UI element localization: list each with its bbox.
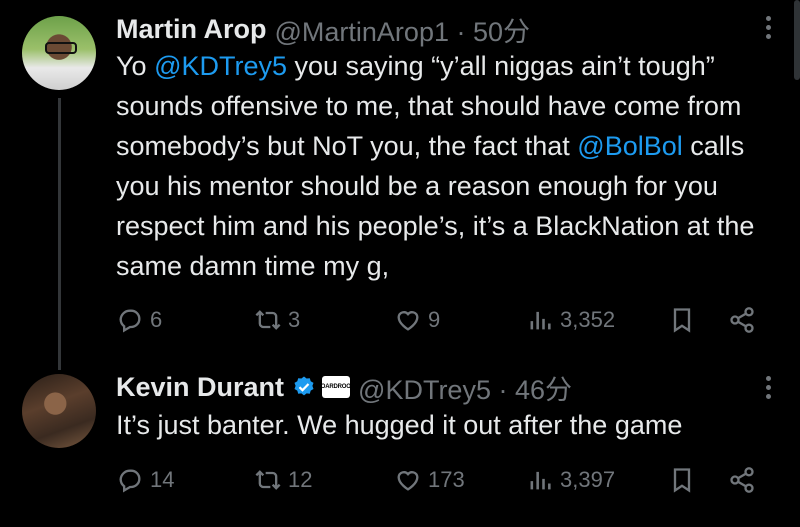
tweet-header: Martin Arop @MartinArop1 · 50分 xyxy=(116,11,530,47)
reply-count: 6 xyxy=(150,307,163,332)
author-handle[interactable]: @MartinArop1 · 50分 xyxy=(275,10,531,49)
share-button[interactable] xyxy=(728,303,756,337)
repost-button[interactable]: 12 xyxy=(254,463,312,497)
reply-icon xyxy=(119,469,141,493)
org-badge[interactable]: BOARDROOM xyxy=(317,376,356,398)
mention-link[interactable]: @BolBol xyxy=(577,131,682,161)
more-icon[interactable] xyxy=(766,16,772,42)
author-name[interactable]: Martin Arop xyxy=(116,14,267,45)
reply-icon xyxy=(119,309,141,333)
like-count: 173 xyxy=(428,467,465,492)
reply-button[interactable]: 14 xyxy=(116,463,174,497)
views-icon xyxy=(530,311,551,330)
like-count: 9 xyxy=(428,307,441,332)
tweet-actions: 14 12 173 3,397 xyxy=(116,463,766,497)
share-button[interactable] xyxy=(728,463,756,497)
repost-icon xyxy=(255,470,281,490)
repost-icon xyxy=(255,310,281,330)
views-icon xyxy=(530,471,551,490)
timestamp[interactable]: 46分 xyxy=(515,375,572,405)
views-button[interactable]: 3,397 xyxy=(526,463,615,497)
repost-button[interactable]: 3 xyxy=(254,303,300,337)
author-handle[interactable]: @KDTrey5 · 46分 xyxy=(358,368,572,407)
avatar[interactable] xyxy=(22,374,96,448)
repost-count: 12 xyxy=(288,467,313,492)
share-icon xyxy=(730,467,754,493)
avatar[interactable] xyxy=(22,16,96,90)
like-icon xyxy=(397,471,419,491)
tweet-actions: 6 3 9 3,352 xyxy=(116,303,766,337)
tweet-text: Yo @KDTrey5 you saying “y’all niggas ain… xyxy=(116,51,755,281)
share-icon xyxy=(730,307,754,333)
tweet-martin-arop[interactable]: Martin Arop @MartinArop1 · 50分 Yo @KDTre… xyxy=(0,0,800,370)
like-button[interactable]: 9 xyxy=(394,303,440,337)
mention-link[interactable]: @KDTrey5 xyxy=(154,51,287,81)
reply-count: 14 xyxy=(150,467,175,492)
views-button[interactable]: 3,352 xyxy=(526,303,615,337)
reply-button[interactable]: 6 xyxy=(116,303,162,337)
bookmark-button[interactable] xyxy=(668,303,696,337)
repost-count: 3 xyxy=(288,307,301,332)
views-count: 3,352 xyxy=(560,307,616,332)
like-button[interactable]: 173 xyxy=(394,463,465,497)
author-name[interactable]: Kevin Durant xyxy=(116,372,284,403)
verified-icon xyxy=(294,376,314,396)
bookmark-icon xyxy=(673,308,691,333)
bookmark-icon xyxy=(673,468,691,493)
tweet-header: Kevin Durant BOARDROOM @KDTrey5 · 46分 xyxy=(116,369,572,405)
bookmark-button[interactable] xyxy=(668,463,696,497)
thread-line xyxy=(58,98,61,370)
like-icon xyxy=(397,311,419,331)
more-icon[interactable] xyxy=(766,376,772,402)
timestamp[interactable]: 50分 xyxy=(473,17,530,47)
views-count: 3,397 xyxy=(560,467,616,492)
tweet-text: It’s just banter. We hugged it out after… xyxy=(116,410,683,440)
